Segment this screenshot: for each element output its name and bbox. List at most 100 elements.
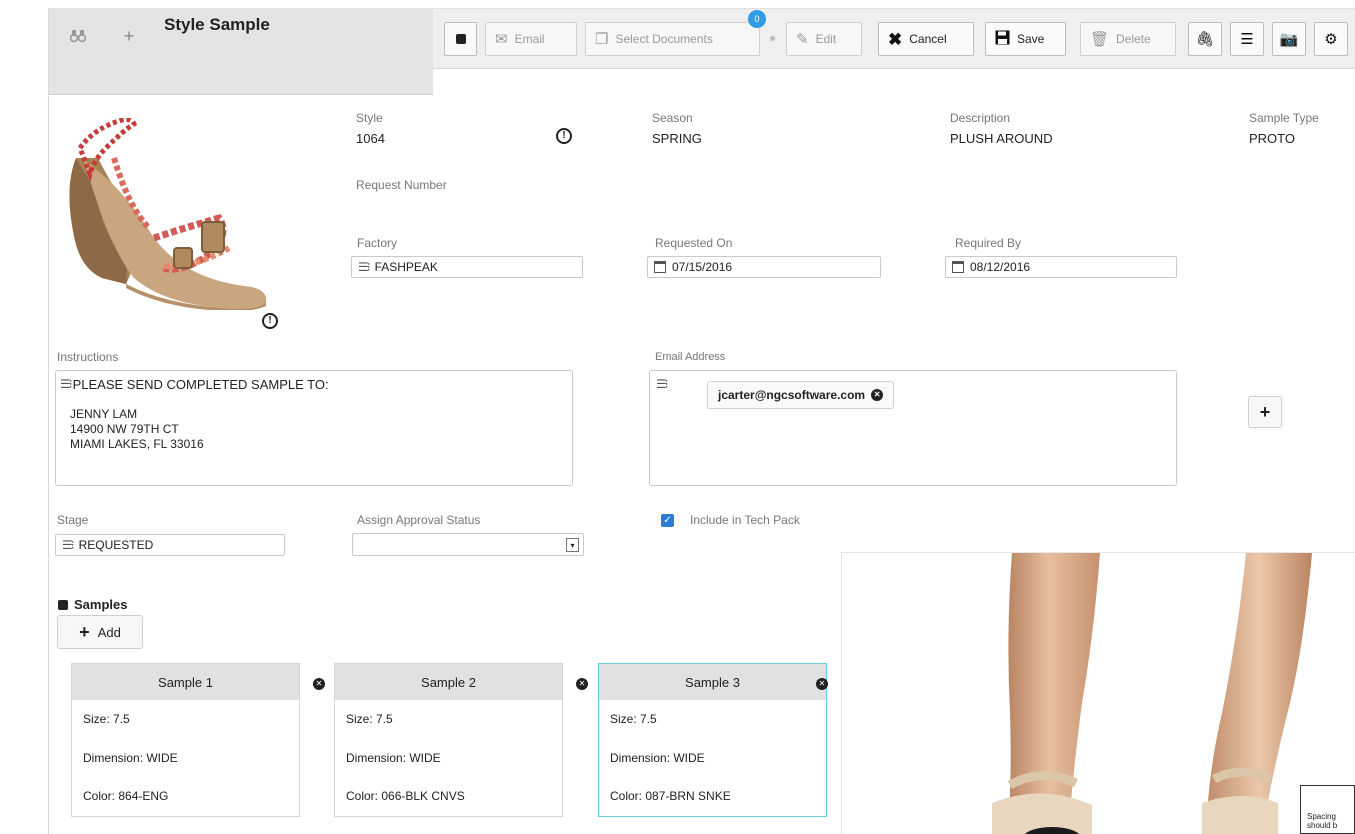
remove-sample-icon[interactable]: ✕ [313, 678, 325, 690]
instructions-line-1: PLEASE SEND COMPLETED SAMPLE TO: [72, 377, 329, 392]
spacing-note-line-2: should b [1307, 821, 1338, 830]
email-address-label: Email Address [655, 351, 726, 363]
sample-size: Size: 7.5 [346, 712, 393, 726]
sample-type-value: PROTO [1249, 131, 1295, 146]
gear-icon: ⚙ [1324, 30, 1338, 48]
sample-card[interactable]: Sample 1 ✕ Size: 7.5 Dimension: WIDE Col… [71, 663, 325, 817]
select-documents-button[interactable]: ❐ Select Documents [585, 22, 760, 56]
sample-title: Sample 3 [685, 674, 740, 690]
email-button[interactable]: ✉ Email [485, 22, 577, 56]
tech-pack-label: Include in Tech Pack [690, 513, 800, 527]
requested-on-value: 07/15/2016 [672, 260, 733, 274]
sample-card[interactable]: Sample 2 ✕ Size: 7.5 Dimension: WIDE Col… [334, 663, 588, 817]
sample-size: Size: 7.5 [83, 712, 130, 726]
legs-photo [992, 553, 1312, 834]
calendar-icon [952, 261, 964, 273]
samples-section-header[interactable]: Samples [58, 597, 127, 612]
description-label: Description [950, 111, 1011, 125]
add-sample-label: Add [97, 624, 121, 640]
list-icon: ☰ [1240, 30, 1254, 48]
spacing-note: Spacing should b [1300, 785, 1355, 834]
save-button[interactable]: Save [985, 22, 1066, 56]
attachment-button[interactable]: 🖇 [1188, 22, 1222, 56]
cancel-button[interactable]: ✖ Cancel [878, 22, 974, 56]
approval-status-label: Assign Approval Status [357, 513, 481, 527]
factory-field[interactable]: ☰⁝ FASHPEAK [351, 256, 583, 278]
sample-size: Size: 7.5 [610, 712, 657, 726]
list-picker-icon: ☰⁝ [62, 538, 75, 552]
camera-button[interactable]: 📷 [1272, 22, 1306, 56]
trash-icon: 🗑 [1090, 30, 1110, 48]
camera-icon: 📷 [1279, 30, 1299, 48]
spacing-note-line-1: Spacing [1307, 812, 1336, 821]
sample-type-label: Sample Type [1249, 111, 1319, 125]
add-email-button[interactable]: + [1248, 396, 1282, 428]
close-icon: ✖ [888, 29, 903, 49]
page-title: Style Sample [164, 15, 270, 34]
samples-heading: Samples [74, 597, 128, 612]
season-label: Season [652, 111, 693, 125]
floppy-disk-icon [995, 30, 1010, 48]
sample-card-header: Sample 3 ✕ [599, 664, 828, 700]
instructions-textarea[interactable]: ☰⁝ PLEASE SEND COMPLETED SAMPLE TO: JENN… [55, 370, 573, 486]
sample-title: Sample 1 [158, 674, 213, 690]
email-chip-label: jcarter@ngcsoftware.com [718, 388, 866, 402]
remove-email-icon[interactable]: ✕ [871, 389, 884, 401]
select-documents-label: Select Documents [615, 32, 713, 46]
list-picker-icon: ☰⁝ [60, 377, 73, 391]
sample-color: Color: 066-BLK CNVS [346, 789, 465, 803]
remove-sample-icon[interactable]: ✕ [816, 678, 828, 690]
style-value: 1064 [356, 131, 385, 146]
paperclip-icon: 🖇 [1195, 30, 1215, 48]
overlay-photo [841, 552, 1355, 834]
collapse-icon[interactable] [58, 599, 68, 610]
style-info-icon[interactable]: ! [556, 128, 572, 144]
sample-dimension: Dimension: WIDE [346, 751, 441, 765]
settings-button[interactable]: ⚙ [1314, 22, 1348, 56]
delete-button-label: Delete [1116, 32, 1151, 46]
delete-button[interactable]: 🗑 Delete [1080, 22, 1176, 56]
required-by-label: Required By [955, 236, 1022, 250]
add-icon[interactable]: + [117, 24, 141, 48]
stage-value: REQUESTED [78, 538, 154, 552]
envelope-icon: ✉ [495, 30, 508, 48]
required-by-value: 08/12/2016 [970, 260, 1031, 274]
factory-value: FASHPEAK [374, 260, 438, 274]
sample-color: Color: 864-ENG [83, 789, 169, 803]
style-label: Style [356, 111, 383, 125]
instructions-line-2: JENNY LAM [70, 407, 138, 421]
factory-label: Factory [357, 236, 398, 250]
cancel-button-label: Cancel [909, 32, 947, 46]
requested-on-label: Requested On [655, 236, 733, 250]
documents-count-badge: 0 [748, 10, 766, 28]
requested-on-field[interactable]: 07/15/2016 [647, 256, 881, 278]
documents-icon: ❐ [595, 30, 609, 48]
list-picker-icon: ☰⁝ [358, 260, 371, 274]
remove-sample-icon[interactable]: ✕ [576, 678, 588, 690]
sample-card-selected[interactable]: Sample 3 ✕ Size: 7.5 Dimension: WIDE Col… [598, 663, 828, 817]
collapse-button[interactable] [444, 22, 477, 56]
edit-button[interactable]: ✎ Edit [786, 22, 862, 56]
dropdown-arrow-icon[interactable]: ▾ [566, 538, 579, 552]
season-value: SPRING [652, 131, 702, 146]
sample-dimension: Dimension: WIDE [83, 751, 178, 765]
add-sample-button[interactable]: + Add [57, 615, 143, 649]
email-chip[interactable]: jcarter@ngcsoftware.com ✕ [707, 381, 895, 409]
description-value: PLUSH AROUND [950, 131, 1053, 146]
binoculars-icon[interactable] [66, 24, 90, 48]
image-info-icon[interactable]: ! [262, 313, 278, 329]
stage-field[interactable]: ☰⁝ REQUESTED [55, 534, 285, 556]
instructions-label: Instructions [57, 350, 119, 364]
minus-icon [455, 34, 466, 44]
stage-label: Stage [57, 513, 89, 527]
edit-button-label: Edit [815, 32, 837, 46]
required-by-field[interactable]: 08/12/2016 [945, 256, 1177, 278]
tech-pack-checkbox[interactable]: ✓ [661, 514, 674, 527]
separator-dot [770, 36, 775, 41]
style-image [69, 118, 267, 310]
sample-card-header: Sample 1 ✕ [72, 664, 325, 700]
sample-color: Color: 087-BRN SNKE [610, 789, 731, 803]
approval-status-select[interactable]: ▾ [352, 533, 584, 556]
list-button[interactable]: ☰ [1230, 22, 1264, 56]
instructions-line-3: 14900 NW 79TH CT [70, 422, 179, 436]
